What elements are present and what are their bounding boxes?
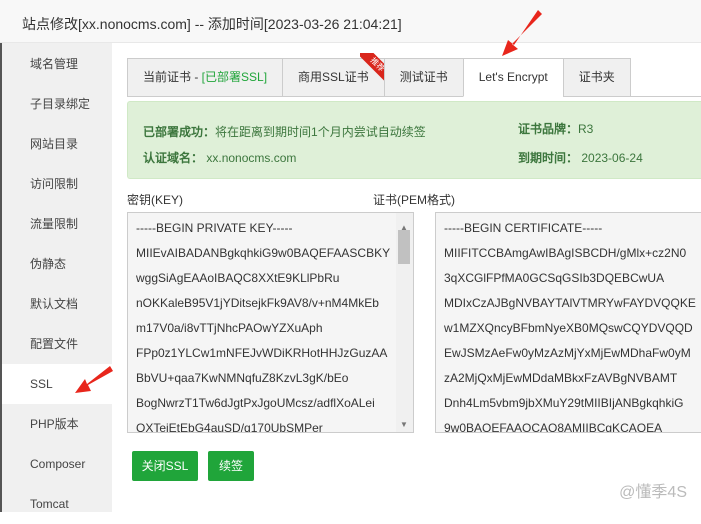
arrow-icon [75,366,113,393]
arrow-icon [502,10,542,56]
annotation-arrows [75,10,542,393]
